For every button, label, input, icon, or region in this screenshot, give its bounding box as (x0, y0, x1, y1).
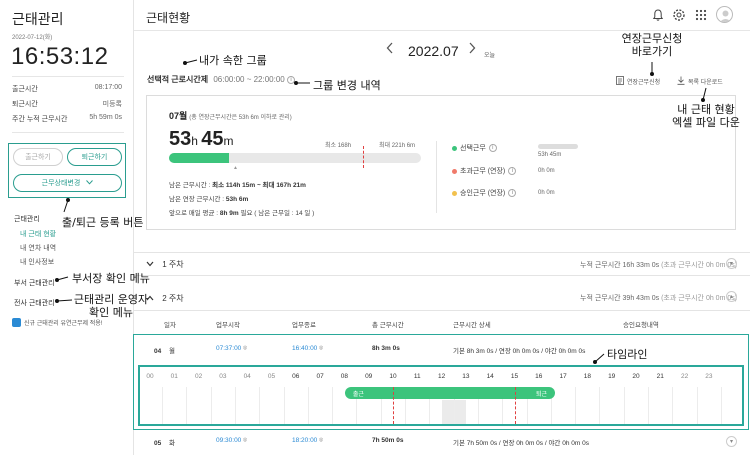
annotation-admin-menu: 근태관리 운영자 확인 메뉴 (72, 293, 150, 319)
annotation-dept-menu: 부서장 확인 메뉴 (72, 272, 150, 285)
annotation-admin-menu-text: 근태관리 운영자 확인 메뉴 (73, 293, 149, 319)
annotation-excel: 내 근태 현황 엑셀 파일 다운 (661, 103, 750, 129)
annotation-extend-shortcut-text: 연장근무신청 바로가기 (621, 32, 683, 58)
annotation-excel-text: 내 근태 현황 엑셀 파일 다운 (672, 103, 740, 129)
annotation-extend-shortcut: 연장근무신청 바로가기 (606, 32, 698, 58)
annotation-register-button: 출/퇴근 등록 버튼 (62, 216, 144, 229)
annotation-group: 내가 속한 그룹 (199, 54, 267, 67)
annotation-timeline: 타임라인 (607, 348, 648, 361)
annotation-group-history: 그룹 변경 내역 (313, 79, 381, 92)
